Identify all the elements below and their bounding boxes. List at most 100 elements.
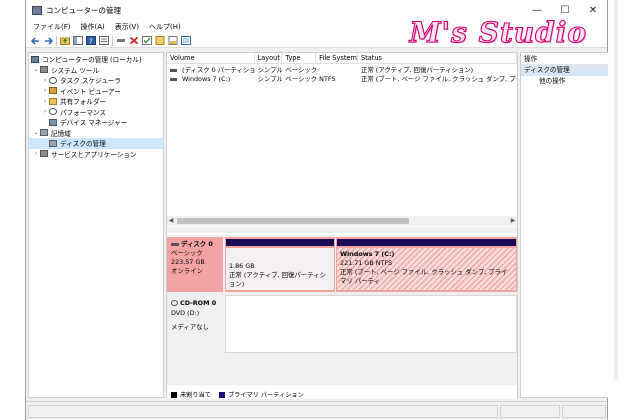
computer-management-icon [31, 55, 39, 63]
disk-0-label[interactable]: ディスク 0 ベーシック 223.57 GB オンライン [167, 237, 223, 292]
tree-item-event-viewer[interactable]: › イベント ビューアー [29, 86, 163, 97]
app-icon [32, 5, 42, 15]
tree-item-performance[interactable]: › パフォーマンス [29, 107, 163, 118]
disk-type: ベーシック [171, 249, 203, 257]
menu-file[interactable]: ファイル(F) [33, 22, 71, 32]
column-header-volume[interactable]: Volume [167, 53, 255, 64]
menu-action[interactable]: 操作(A) [81, 22, 105, 32]
performance-icon [49, 108, 57, 116]
pane-splitter[interactable] [167, 227, 517, 233]
table-row[interactable]: Windows 7 (C:) シンプル ベーシック NTFS 正常 (ブート, … [167, 74, 517, 84]
tree-item-label: デバイス マネージャー [60, 119, 128, 128]
chevron-down-icon[interactable]: ⌄ [32, 129, 40, 136]
column-header-type[interactable]: Type [282, 53, 317, 64]
scroll-right-icon[interactable]: ▶ [509, 216, 517, 226]
partition-status: 正常 (ブート, ページ ファイル, クラッシュ ダンプ, プライマリ パーティ [340, 268, 508, 285]
background-scrollbar [614, 0, 618, 380]
disk-management-icon [49, 139, 57, 147]
background-window-edge [608, 0, 630, 420]
column-header-file-system[interactable]: File System [316, 53, 358, 64]
cdrom-name: CD-ROM 0 [180, 299, 217, 307]
view-icon[interactable] [181, 36, 191, 46]
disk-state: オンライン [171, 267, 203, 275]
chevron-right-icon[interactable]: › [32, 150, 40, 157]
legend-item: プライマリ パーティション [218, 390, 304, 399]
toolbar-divider [56, 35, 57, 46]
status-cell [562, 405, 606, 418]
cdrom-media-area[interactable] [225, 295, 517, 353]
forward-arrow-icon[interactable] [43, 36, 53, 46]
partition-legend: 未割り当て プライマリ パーティション [167, 390, 517, 399]
status-bar [26, 401, 607, 420]
tree-item-label: サービスとアプリケーション [51, 150, 137, 159]
console-tree-icon[interactable] [73, 36, 83, 46]
tree-item-label: タスク スケジューラ [60, 77, 121, 86]
tree-item-task-scheduler[interactable]: › タスク スケジューラ [29, 75, 163, 86]
console-tree: コンピューターの管理 (ローカル) ⌄ システム ツール › タスク スケジュー… [28, 52, 164, 398]
properties-icon[interactable] [99, 36, 109, 46]
shared-folder-icon [49, 97, 57, 105]
disk-graphical-view: ディスク 0 ベーシック 223.57 GB オンライン 1.86 GB 正常 … [167, 235, 517, 385]
action-label: 他の操作 [539, 77, 566, 85]
tree-item-label: システム ツール [51, 66, 100, 75]
partition-body: Windows 7 (C:) 221.71 GB NTFS 正常 (ブート, ペ… [337, 248, 516, 290]
tree-item-device-manager[interactable]: デバイス マネージャー [29, 117, 163, 128]
chevron-right-icon[interactable]: › [41, 77, 49, 84]
partition-type-bar [226, 239, 334, 246]
task-scheduler-icon [49, 76, 57, 84]
tree-item-system-tools[interactable]: ⌄ システム ツール [29, 65, 163, 76]
tree-item-disk-management[interactable]: ディスクの管理 [29, 138, 163, 149]
legend-label: プライマリ パーティション [227, 392, 304, 399]
tree-item-label: イベント ビューアー [60, 87, 121, 96]
partition-windows-c[interactable]: Windows 7 (C:) 221.71 GB NTFS 正常 (ブート, ペ… [336, 237, 517, 292]
partition-body: 1.86 GB 正常 (アクティブ, 回復パーティション) [226, 248, 334, 290]
volume-name: Windows 7 (C:) [182, 75, 231, 83]
tools-icon [40, 66, 48, 74]
chevron-right-icon[interactable]: › [41, 98, 49, 105]
tree-item-label: コンピューターの管理 (ローカル) [42, 56, 142, 65]
scroll-left-icon[interactable]: ◀ [167, 216, 175, 226]
column-header-layout[interactable]: Layout [255, 53, 283, 64]
check-icon[interactable] [142, 36, 152, 46]
tree-item-label: ディスクの管理 [60, 140, 106, 149]
partition-recovery[interactable]: 1.86 GB 正常 (アクティブ, 回復パーティション) [225, 237, 335, 292]
chevron-right-icon[interactable]: › [41, 87, 49, 94]
computer-management-window: コンピューターの管理 — ☐ ✕ ファイル(F) 操作(A) 表示(V) ヘルプ… [25, 0, 630, 420]
back-arrow-icon[interactable] [30, 36, 40, 46]
volume-list-header: Volume Layout Type File System Status [167, 53, 517, 64]
status-cell [500, 405, 560, 418]
disk-management-pane: Volume Layout Type File System Status (デ… [166, 52, 518, 399]
rescan-icon[interactable] [155, 36, 165, 46]
chevron-right-icon[interactable]: › [41, 108, 49, 115]
legend-label: 未割り当て [180, 392, 211, 399]
delete-icon[interactable] [129, 36, 139, 46]
help-icon[interactable]: ? [86, 36, 96, 46]
file-system-cell: NTFS [319, 75, 336, 83]
tree-item-storage[interactable]: ⌄ 記憶域 [29, 128, 163, 139]
menu-help[interactable]: ヘルプ(H) [149, 22, 181, 32]
cdrom-0-label[interactable]: CD-ROM 0 DVD (D:) メディアなし [167, 295, 223, 353]
menu-view[interactable]: 表示(V) [115, 22, 139, 32]
disk-icon [171, 242, 179, 246]
volume-icon [170, 68, 177, 72]
services-icon [40, 150, 48, 158]
scrollbar-thumb[interactable] [177, 218, 409, 224]
svg-text:?: ? [89, 38, 93, 46]
tree-item-services-applications[interactable]: › サービスとアプリケーション [29, 149, 163, 160]
toolbar-divider [112, 35, 113, 46]
volume-icon [170, 77, 177, 81]
tree-item-label: 記憶域 [51, 129, 71, 138]
horizontal-scrollbar[interactable]: ◀ ▶ [167, 216, 517, 226]
tree-item-label: 共有フォルダー [60, 98, 107, 107]
tree-item-shared-folders[interactable]: › 共有フォルダー [29, 96, 163, 107]
connect-icon[interactable] [116, 36, 126, 46]
tree-item-computer-management[interactable]: コンピューターの管理 (ローカル) [29, 54, 163, 65]
cdrom-drive: DVD (D:) [171, 309, 200, 317]
disk-size: 223.57 GB [171, 258, 205, 266]
column-header-status[interactable]: Status [358, 53, 517, 64]
legend-item: 未割り当て [171, 390, 211, 399]
folder-up-icon[interactable] [60, 36, 70, 46]
chevron-down-icon[interactable]: ⌄ [32, 66, 40, 73]
export-icon[interactable] [168, 36, 178, 46]
legend-swatch-unallocated [171, 391, 177, 398]
